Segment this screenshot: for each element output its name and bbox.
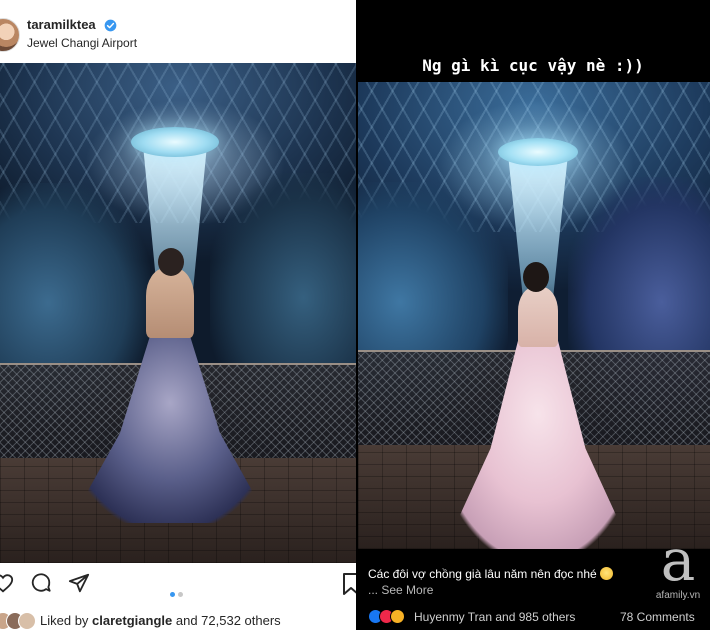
photo-head bbox=[523, 262, 549, 292]
post-text: Các đôi vợ chồng già lâu năm nên đọc nhé… bbox=[368, 566, 638, 598]
photo-vortex bbox=[131, 127, 219, 157]
post-photo[interactable] bbox=[0, 63, 356, 563]
comment-icon[interactable] bbox=[30, 572, 52, 594]
svg-text:a: a bbox=[661, 530, 696, 594]
wow-icon bbox=[390, 609, 405, 624]
reaction-summary[interactable]: Huyenmy Tran and 985 others bbox=[414, 610, 575, 624]
comments-count-link[interactable]: 78 Comments bbox=[620, 610, 695, 624]
see-more-link[interactable]: ... See More bbox=[368, 583, 433, 597]
liked-avatars bbox=[0, 612, 36, 630]
liked-by-prefix: Liked by bbox=[40, 613, 89, 628]
reaction-icons[interactable] bbox=[368, 609, 414, 624]
smile-emoji-icon bbox=[600, 567, 614, 580]
liked-by-text: Liked by claretgiangle and 72,532 others bbox=[40, 613, 281, 628]
heart-icon[interactable] bbox=[0, 572, 14, 594]
carousel-dot-active bbox=[170, 592, 175, 597]
bookmark-icon[interactable] bbox=[342, 572, 356, 596]
liked-by-user-link[interactable]: claretgiangle bbox=[92, 613, 172, 628]
post-text-body: Các đôi vợ chồng già lâu năm nên đọc nhé bbox=[368, 567, 597, 581]
location-link[interactable]: Jewel Changi Airport bbox=[27, 36, 137, 50]
carousel-dot bbox=[178, 592, 183, 597]
facebook-post: Ng gì kì cục vậy nè :)) Các đôi vợ chồng… bbox=[356, 0, 710, 630]
liker-avatar bbox=[18, 612, 36, 630]
photo-vortex bbox=[498, 138, 578, 166]
story-caption: Ng gì kì cục vậy nè :)) bbox=[422, 56, 644, 75]
share-icon[interactable] bbox=[68, 572, 90, 594]
watermark-text: afamily.vn bbox=[655, 590, 701, 601]
post-photo[interactable] bbox=[358, 82, 710, 549]
carousel-indicator bbox=[170, 584, 186, 602]
instagram-post: taramilktea Jewel Changi Airport Liked b… bbox=[0, 0, 356, 630]
username-link[interactable]: taramilktea bbox=[27, 17, 96, 32]
photo-head bbox=[158, 248, 184, 276]
photo-figure bbox=[518, 287, 558, 347]
liked-by-others-link[interactable]: and 72,532 others bbox=[176, 613, 281, 628]
verified-icon bbox=[104, 19, 117, 32]
photo-figure bbox=[146, 268, 194, 338]
profile-avatar[interactable] bbox=[0, 18, 20, 52]
